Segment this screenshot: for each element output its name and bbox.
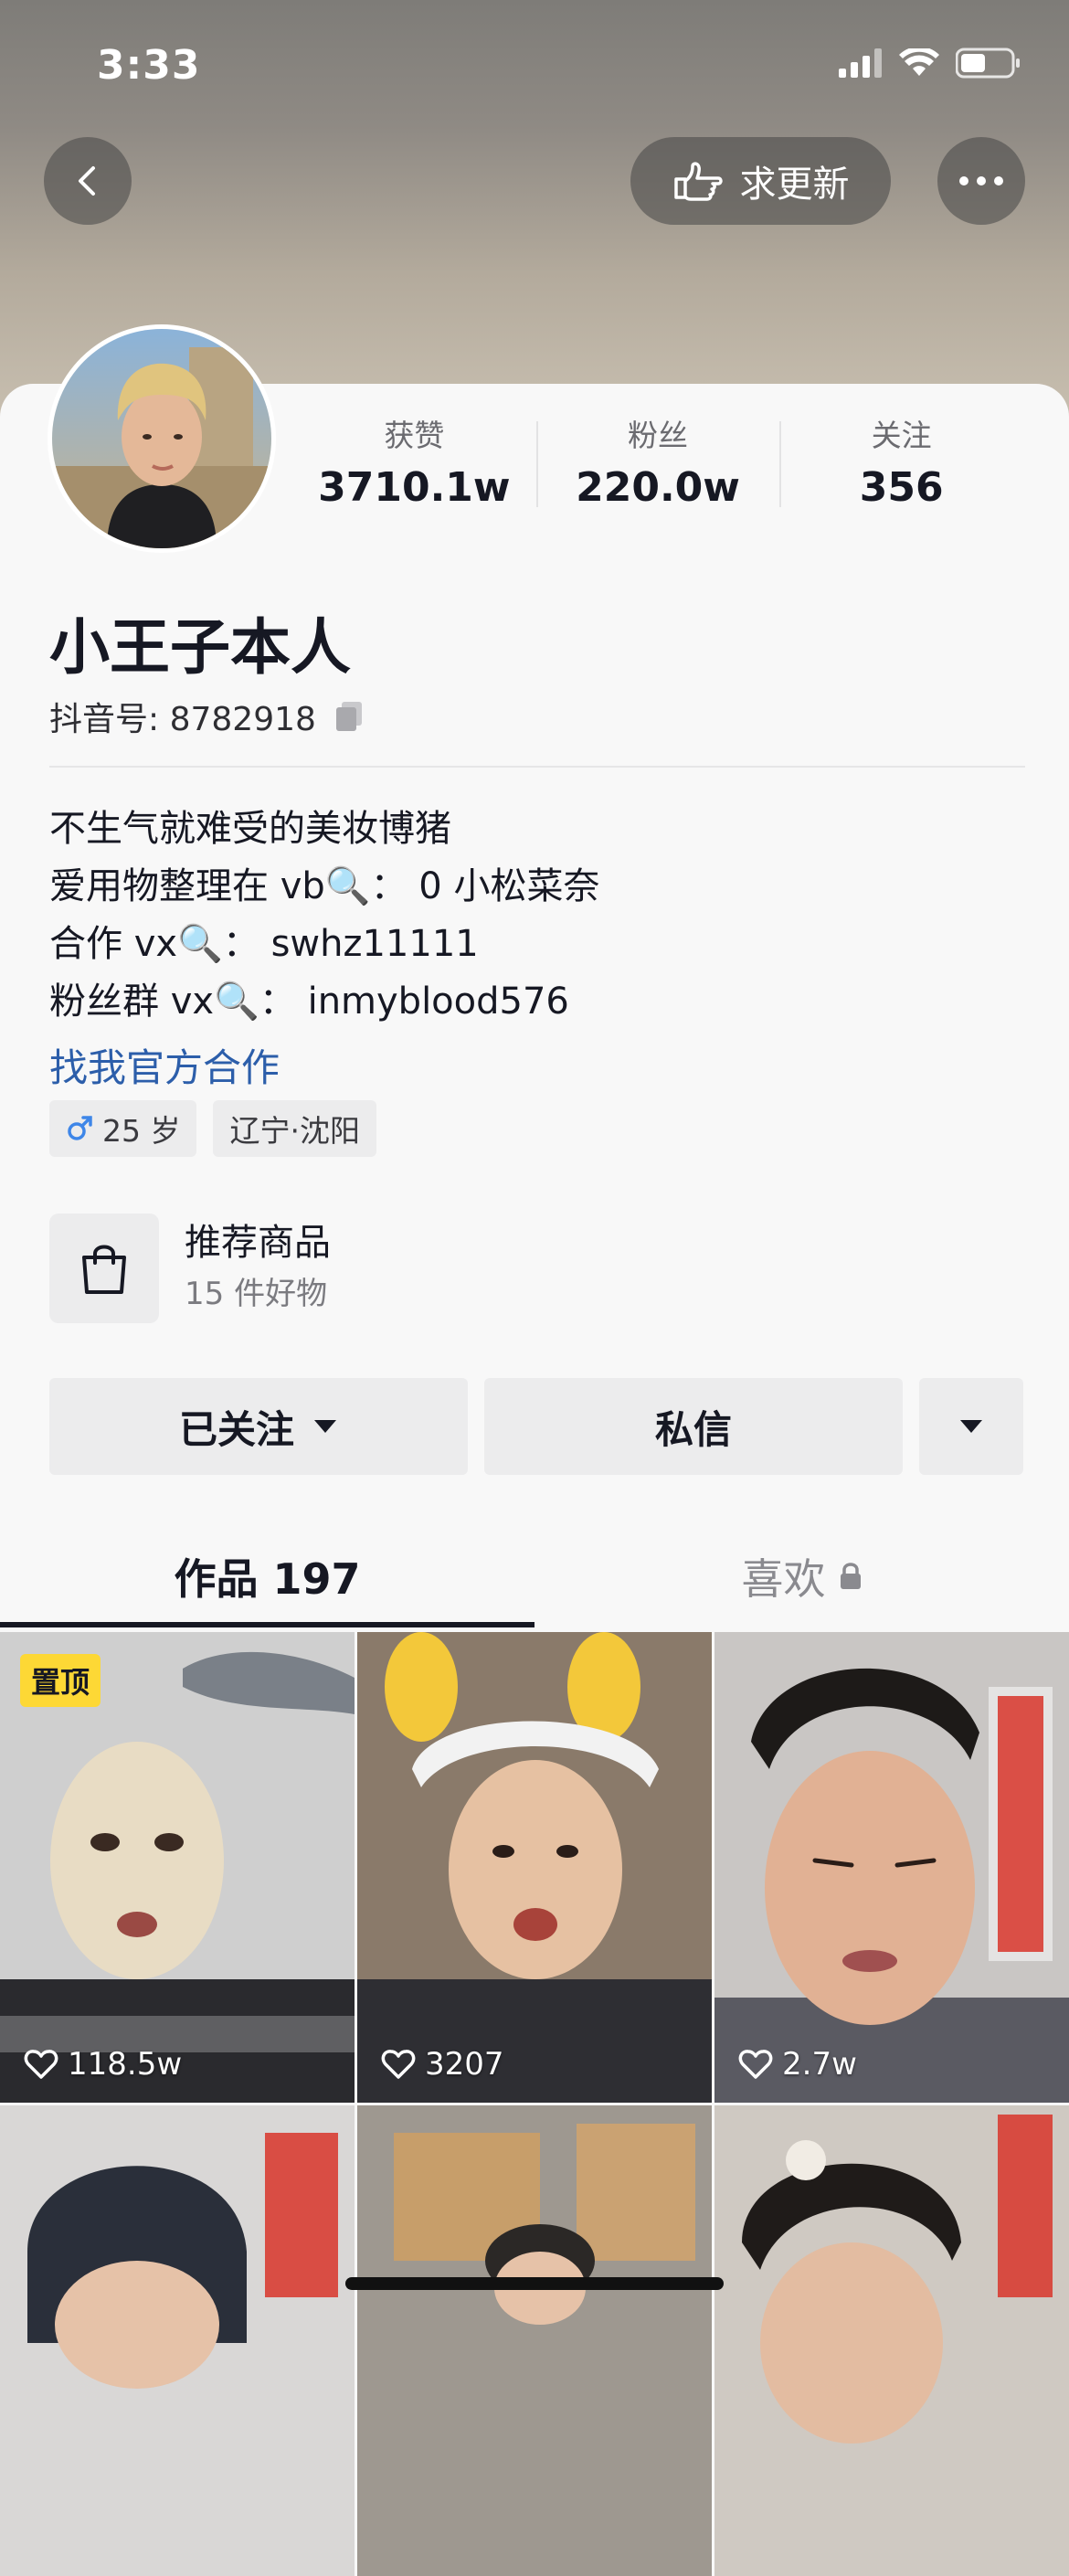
stat-likes[interactable]: 获赞 3710.1w <box>292 416 536 516</box>
douyin-id: 抖音号: 8782918 <box>49 693 365 740</box>
bio-line: 不生气就难受的美妆博猪 <box>49 808 451 850</box>
product-count: 15 件好物 <box>185 1276 328 1312</box>
signal-icon <box>839 48 882 78</box>
more-dots-icon <box>959 176 1003 186</box>
more-button[interactable] <box>937 137 1025 225</box>
video-thumbnail[interactable]: 置顶 118.5w <box>0 1632 355 2103</box>
male-icon <box>68 1116 92 1140</box>
copy-icon[interactable] <box>333 700 365 733</box>
stat-followers[interactable]: 粉丝 220.0w <box>535 416 780 516</box>
bio-line: 合作 vx🔍： swhz11111 <box>49 923 479 965</box>
back-button[interactable] <box>44 137 132 225</box>
video-thumbnail[interactable] <box>714 2105 1069 2576</box>
message-button[interactable]: 私信 <box>484 1378 903 1475</box>
video-cover-image <box>714 1632 1069 2103</box>
video-likes: 118.5w <box>24 2046 182 2083</box>
video-thumbnail[interactable]: 3207 <box>357 1632 712 2103</box>
pointing-hand-icon <box>673 162 723 201</box>
location-tag: 辽宁·沈阳 <box>213 1100 376 1157</box>
caret-down-icon <box>960 1420 982 1433</box>
profile-tags: 25 岁 辽宁·沈阳 <box>49 1100 376 1157</box>
video-cover-image <box>0 2105 355 2576</box>
bio-line: 粉丝群 vx🔍： inmyblood576 <box>49 981 569 1023</box>
video-grid: 置顶 118.5w 3207 2.7w <box>0 1632 1069 2576</box>
video-cover-image <box>357 1632 712 2103</box>
avatar-image <box>52 329 271 548</box>
video-thumbnail[interactable]: 2.7w <box>714 1632 1069 2103</box>
age-tag: 25 岁 <box>49 1100 197 1157</box>
profile-stats: 获赞 3710.1w 粉丝 220.0w 关注 356 <box>292 416 1023 516</box>
product-title: 推荐商品 <box>185 1222 331 1264</box>
heart-icon <box>738 2050 773 2079</box>
divider <box>49 766 1025 768</box>
status-time: 3:33 <box>97 42 201 89</box>
content-tabs: 作品 197 喜欢 <box>0 1531 1069 1631</box>
pinned-badge: 置顶 <box>20 1654 101 1707</box>
more-actions-button[interactable] <box>919 1378 1023 1475</box>
bio: 不生气就难受的美妆博猪 爱用物整理在 vb🔍： 0 小松菜奈 合作 vx🔍： s… <box>49 800 599 1031</box>
tab-likes[interactable]: 喜欢 <box>534 1531 1069 1622</box>
home-indicator <box>345 2277 724 2290</box>
heart-icon <box>24 2050 58 2079</box>
profile-name: 小王子本人 <box>49 612 351 683</box>
battery-icon <box>956 48 1020 79</box>
shopping-bag-icon <box>82 1245 126 1294</box>
profile-actions: 已关注 私信 <box>49 1378 1023 1475</box>
caret-down-icon <box>314 1420 336 1433</box>
video-thumbnail[interactable] <box>357 2105 712 2576</box>
bio-line: 爱用物整理在 vb🔍： 0 小松菜奈 <box>49 865 600 907</box>
chevron-left-icon <box>79 166 95 196</box>
video-cover-image <box>357 2105 712 2576</box>
avatar[interactable] <box>48 324 276 553</box>
wifi-icon <box>899 48 939 76</box>
tab-indicator <box>0 1622 534 1627</box>
following-button[interactable]: 已关注 <box>49 1378 468 1475</box>
tab-works[interactable]: 作品 197 <box>0 1531 534 1622</box>
status-bar: 3:33 <box>0 0 1069 137</box>
heart-icon <box>381 2050 416 2079</box>
recommended-products[interactable]: 推荐商品 15 件好物 <box>49 1214 331 1323</box>
official-cooperation-link[interactable]: 找我官方合作 <box>49 1037 280 1093</box>
video-thumbnail[interactable] <box>0 2105 355 2576</box>
stat-following[interactable]: 关注 356 <box>779 416 1023 516</box>
lock-icon <box>840 1563 861 1589</box>
request-update-button[interactable]: 求更新 <box>630 137 891 225</box>
video-cover-image <box>714 2105 1069 2576</box>
video-likes: 2.7w <box>738 2046 857 2083</box>
douyin-id-text: 抖音号: 8782918 <box>49 701 316 738</box>
request-update-label: 求更新 <box>739 164 850 206</box>
video-likes: 3207 <box>381 2046 504 2083</box>
